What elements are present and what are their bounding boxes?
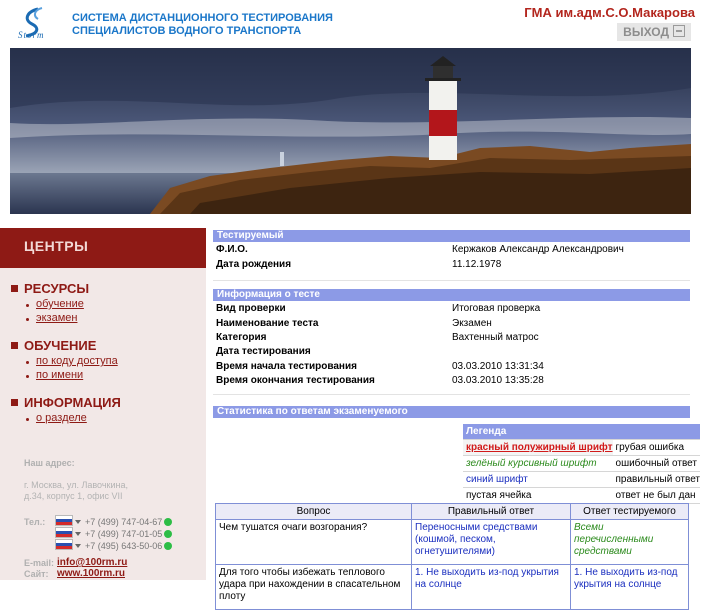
email-label: E-mail: [24,558,55,568]
skype-icon[interactable] [164,518,173,526]
dropdown-arrow-icon [75,520,81,524]
testee-header: Тестируемый [213,230,690,242]
divider [213,394,690,395]
phone-label: Тел.: [24,517,46,527]
col-given: Ответ тестируемого [570,503,689,520]
email-link[interactable]: info@100rm.ru [57,557,127,568]
phone-row: +7 (499) 747-01-05 [55,527,173,539]
divider [213,280,690,281]
address-label: Наш адрес: [24,458,75,468]
table-row: Чем тушатся очаги возгорания? Переносным… [215,519,689,565]
centers-header[interactable]: ЦЕНТРЫ [0,228,206,268]
test-info-row: Время окончания тестирования 03.03.2010 1… [216,375,544,386]
link-exam[interactable]: экзамен [36,312,77,324]
link-about-section[interactable]: о разделе [36,412,87,424]
legend-row: зелёный курсивный шрифт ошибочный ответ [463,455,701,472]
section-marker [11,285,18,292]
test-info-header: Информация о тесте [213,289,690,301]
section-resources-title: РЕСУРСЫ [24,281,90,296]
section-training-title: ОБУЧЕНИЕ [24,338,97,353]
bullet [26,418,29,421]
legend-row: красный полужирный шрифт грубая ошибка [463,439,701,456]
organization-name: ГМА им.адм.С.О.Макарова [524,5,695,20]
phone-row: +7 (495) 643-50-06 [55,539,173,551]
section-marker [11,399,18,406]
link-learning[interactable]: обучение [36,298,84,310]
legend-row: синий шрифт правильный ответ [463,471,701,488]
section-marker [11,342,18,349]
answers-table: Вопрос Правильный ответ Ответ тестируемо… [215,503,689,610]
system-title: СИСТЕМА ДИСТАНЦИОННОГО ТЕСТИРОВАНИЯ СПЕЦ… [72,12,333,37]
bullet [26,361,29,364]
legend-title: Легенда [463,424,701,440]
site-link[interactable]: www.100rm.ru [57,568,125,579]
logo-text: Storm [18,30,45,40]
testee-row-birth: Дата рождения 11.12.1978 [216,259,502,270]
address-line-2: д.34, корпус 1, офис VII [24,491,123,501]
dropdown-arrow-icon [75,532,81,536]
col-correct: Правильный ответ [411,503,571,520]
dropdown-arrow-icon [75,544,81,548]
russia-flag-icon [55,527,73,538]
russia-flag-icon [55,515,73,526]
address-line-1: г. Москва, ул. Лавочкина, [24,480,128,490]
test-info-row: Время начала тестирования 03.03.2010 13:3… [216,361,544,372]
table-row: Для того чтобы избежать теплового удара … [215,564,689,610]
bullet [26,375,29,378]
test-info-row: Вид проверки Итоговая проверка [216,303,541,314]
test-info-row: Дата тестирования [216,346,311,357]
site-label: Сайт: [24,569,49,579]
legend-row: пустая ячейка ответ не был дан [463,487,701,504]
test-info-row: Категория Вахтенный матрос [216,332,539,343]
bullet [26,318,29,321]
link-by-name[interactable]: по имени [36,369,83,381]
testee-row-name: Ф.И.О. Кержаков Александр Александрович [216,244,624,255]
logout-button[interactable]: ВЫХОД [617,23,691,41]
link-by-access-code[interactable]: по коду доступа [36,355,118,367]
russia-flag-icon [55,539,73,550]
test-info-row: Наименование теста Экзамен [216,318,492,329]
section-info-title: ИНФОРМАЦИЯ [24,395,121,410]
skype-icon[interactable] [164,530,173,538]
skype-icon[interactable] [164,542,173,550]
logout-icon [673,25,685,37]
phone-row: +7 (499) 747-04-67 [55,515,173,527]
col-question: Вопрос [215,503,412,520]
bullet [26,304,29,307]
stats-header: Статистика по ответам экзаменуемого [213,406,690,418]
lighthouse-banner [10,48,691,214]
legend-table: Легенда красный полужирный шрифт грубая … [463,424,701,504]
